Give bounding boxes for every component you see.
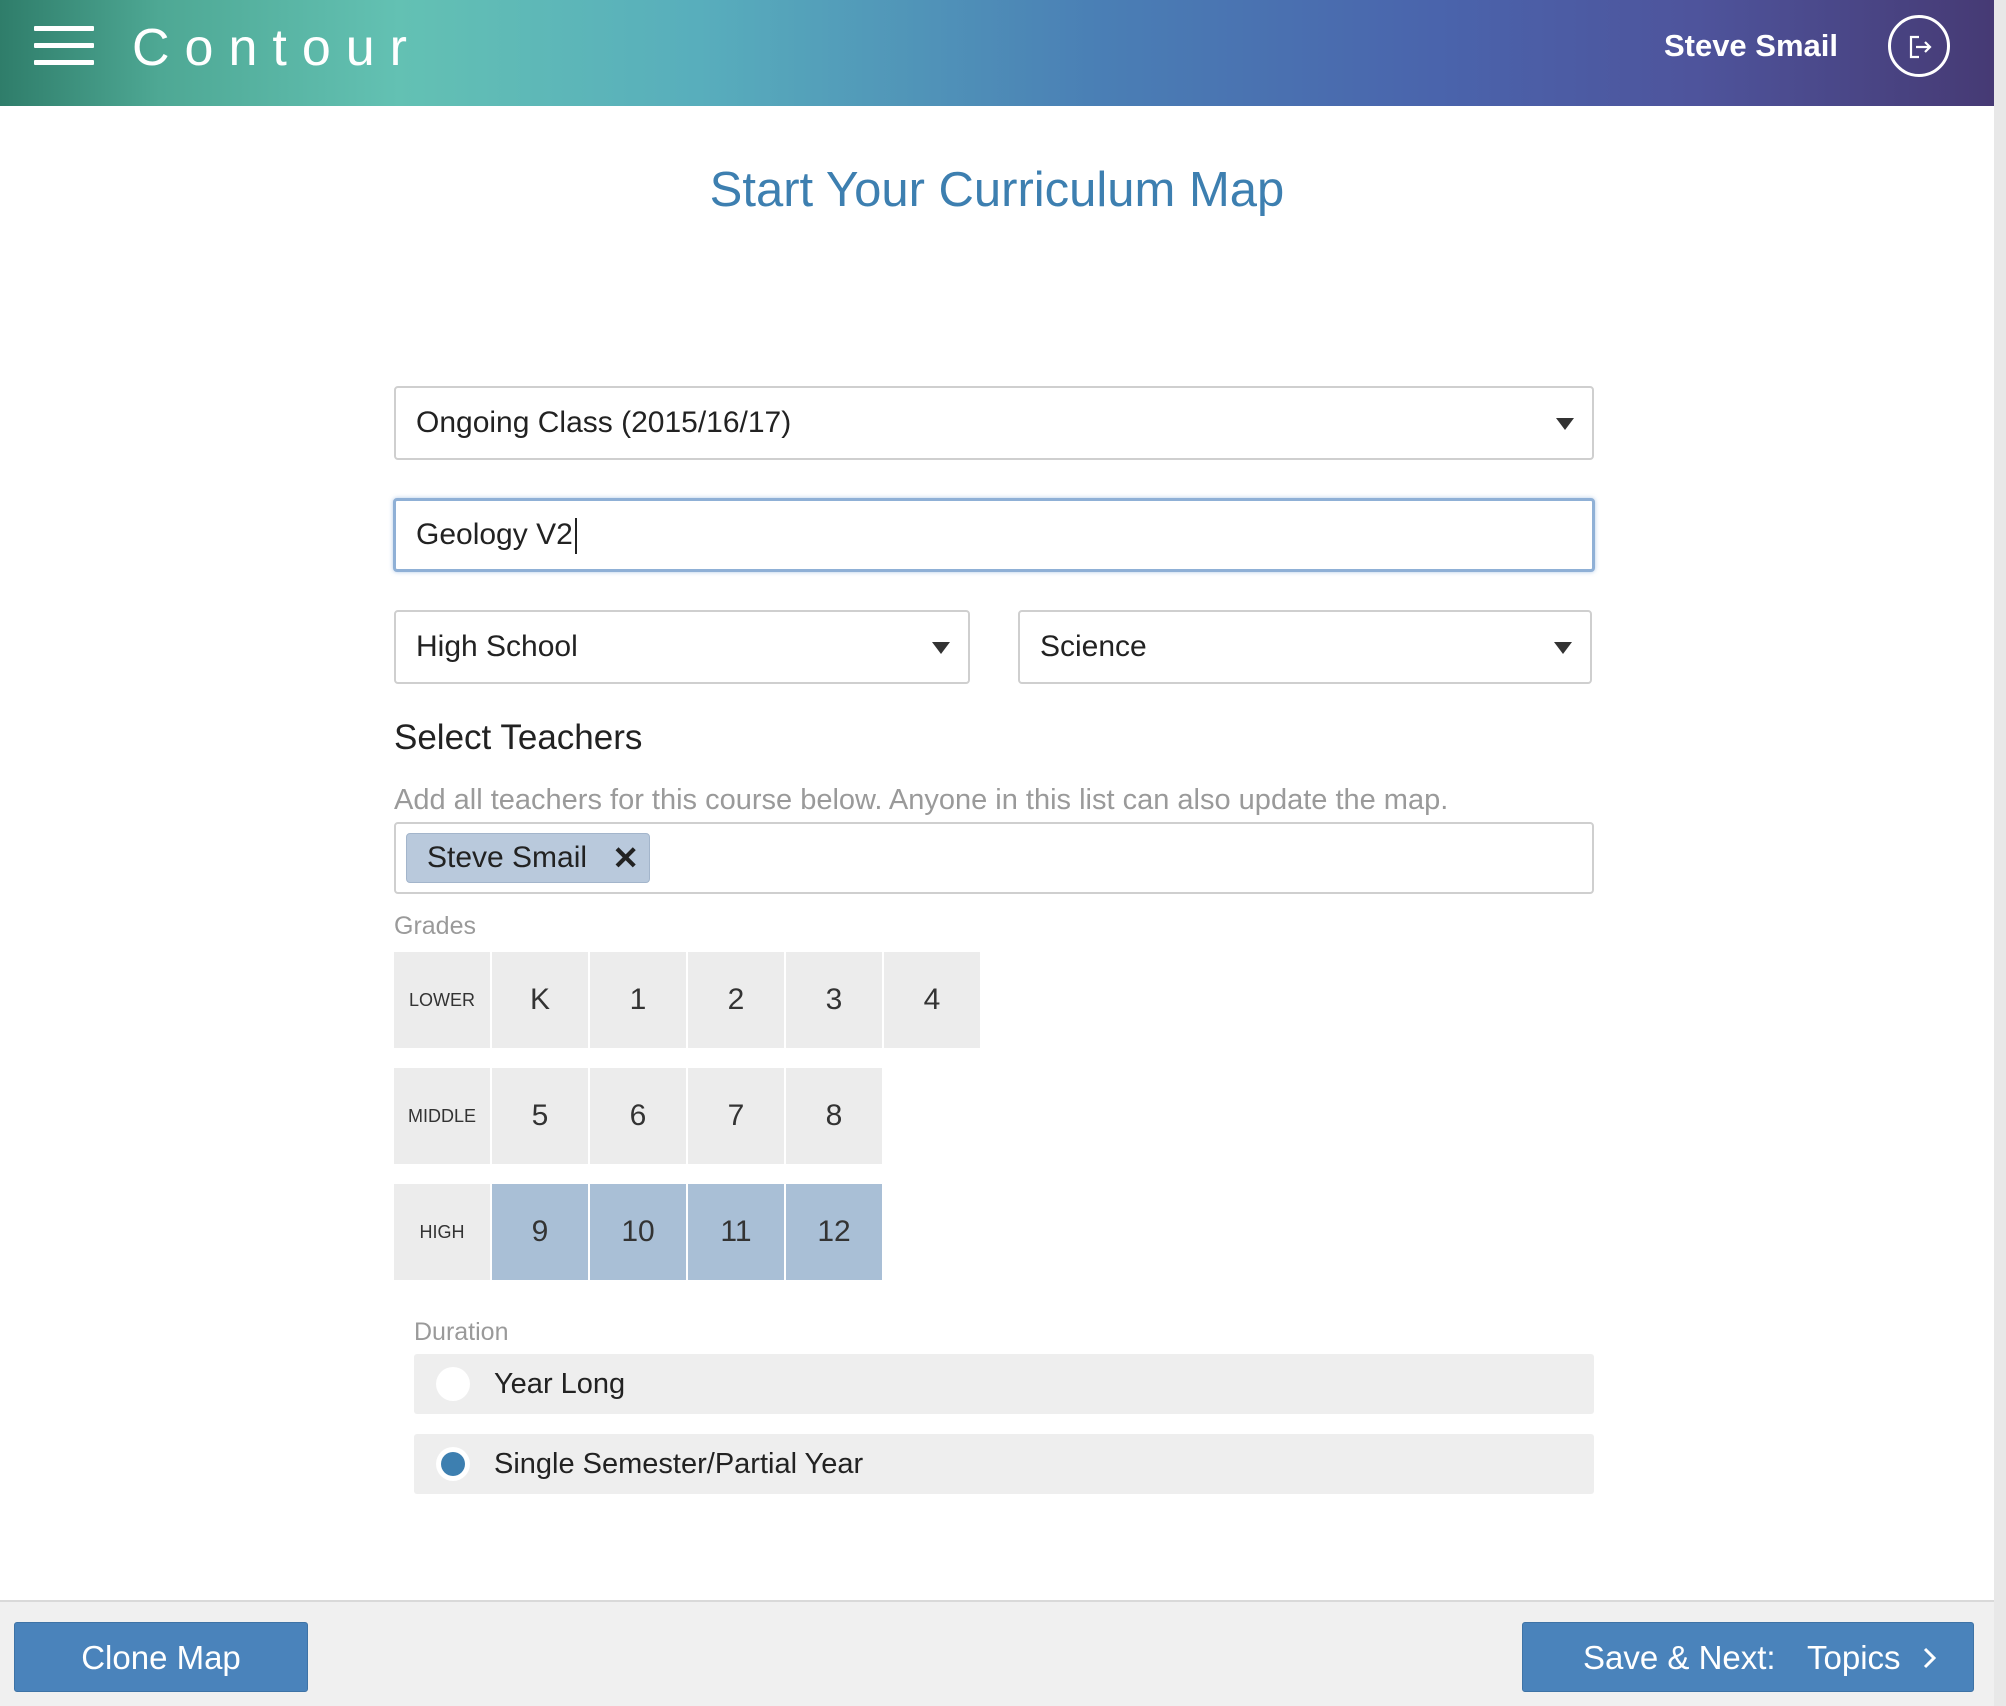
grade-1-toggle[interactable]: 1 <box>590 952 686 1048</box>
grade-level-label: LOWER <box>394 952 490 1048</box>
subject-value: Science <box>1040 630 1147 663</box>
duration-label: Duration <box>414 1318 509 1346</box>
grade-11-toggle[interactable]: 11 <box>688 1184 784 1280</box>
select-teachers-heading: Select Teachers <box>394 718 643 757</box>
app-logo: Contour <box>132 19 422 77</box>
window-scroll-rail <box>1994 0 2006 1706</box>
grade-level-label: MIDDLE <box>394 1068 490 1164</box>
grade-k-toggle[interactable]: K <box>492 952 588 1048</box>
caret-down-icon <box>1554 642 1572 654</box>
grade-7-toggle[interactable]: 7 <box>688 1068 784 1164</box>
hamburger-menu-icon[interactable] <box>34 26 94 66</box>
logout-icon[interactable] <box>1888 15 1950 77</box>
radio-button[interactable] <box>436 1447 470 1481</box>
school-level-select[interactable]: High School <box>394 610 970 684</box>
grade-5-toggle[interactable]: 5 <box>492 1068 588 1164</box>
grade-level-label: HIGH <box>394 1184 490 1280</box>
caret-down-icon <box>1556 418 1574 430</box>
user-name[interactable]: Steve Smail <box>1664 28 1838 64</box>
save-next-label: Save & Next: <box>1583 1639 1776 1676</box>
caret-down-icon <box>932 642 950 654</box>
text-cursor <box>574 518 577 555</box>
top-header: Contour Steve Smail <box>0 0 1994 106</box>
teachers-input[interactable]: Steve Smail ✕ <box>394 822 1594 894</box>
grade-3-toggle[interactable]: 3 <box>786 952 882 1048</box>
duration-option-label: Year Long <box>494 1368 626 1400</box>
chevron-right-icon <box>1919 1623 1941 1706</box>
grade-9-toggle[interactable]: 9 <box>492 1184 588 1280</box>
grade-6-toggle[interactable]: 6 <box>590 1068 686 1164</box>
grade-12-toggle[interactable]: 12 <box>786 1184 882 1280</box>
map-name-input[interactable]: Geology V2 <box>393 498 1595 572</box>
class-type-select[interactable]: Ongoing Class (2015/16/17) <box>394 386 1594 460</box>
clone-map-button[interactable]: Clone Map <box>14 1622 308 1692</box>
grade-10-toggle[interactable]: 10 <box>590 1184 686 1280</box>
logout-glyph <box>1909 35 1932 59</box>
save-next-button[interactable]: Save & Next: Topics <box>1522 1622 1974 1692</box>
grade-2-toggle[interactable]: 2 <box>688 952 784 1048</box>
menu-bar <box>34 26 94 31</box>
grade-8-toggle[interactable]: 8 <box>786 1068 882 1164</box>
chevron-glyph <box>1923 1647 1937 1669</box>
teachers-help-text: Add all teachers for this course below. … <box>394 784 1449 816</box>
page-title: Start Your Curriculum Map <box>709 163 1285 217</box>
class-type-value: Ongoing Class (2015/16/17) <box>416 406 792 439</box>
subject-select[interactable]: Science <box>1018 610 1592 684</box>
menu-bar <box>34 43 94 48</box>
remove-teacher-icon[interactable]: ✕ <box>612 834 639 882</box>
grade-4-toggle[interactable]: 4 <box>884 952 980 1048</box>
teacher-chip-label: Steve Smail <box>427 841 588 874</box>
school-level-value: High School <box>416 630 578 663</box>
map-name-value: Geology V2 <box>416 518 573 551</box>
teacher-chip: Steve Smail ✕ <box>406 833 651 883</box>
next-target-label: Topics <box>1807 1639 1901 1676</box>
grades-label: Grades <box>394 912 476 940</box>
duration-option-year-long[interactable]: Year Long <box>414 1354 1594 1414</box>
radio-button[interactable] <box>436 1367 470 1401</box>
duration-option-label: Single Semester/Partial Year <box>494 1448 864 1480</box>
menu-bar <box>34 60 94 65</box>
duration-option-single-semester[interactable]: Single Semester/Partial Year <box>414 1434 1594 1494</box>
